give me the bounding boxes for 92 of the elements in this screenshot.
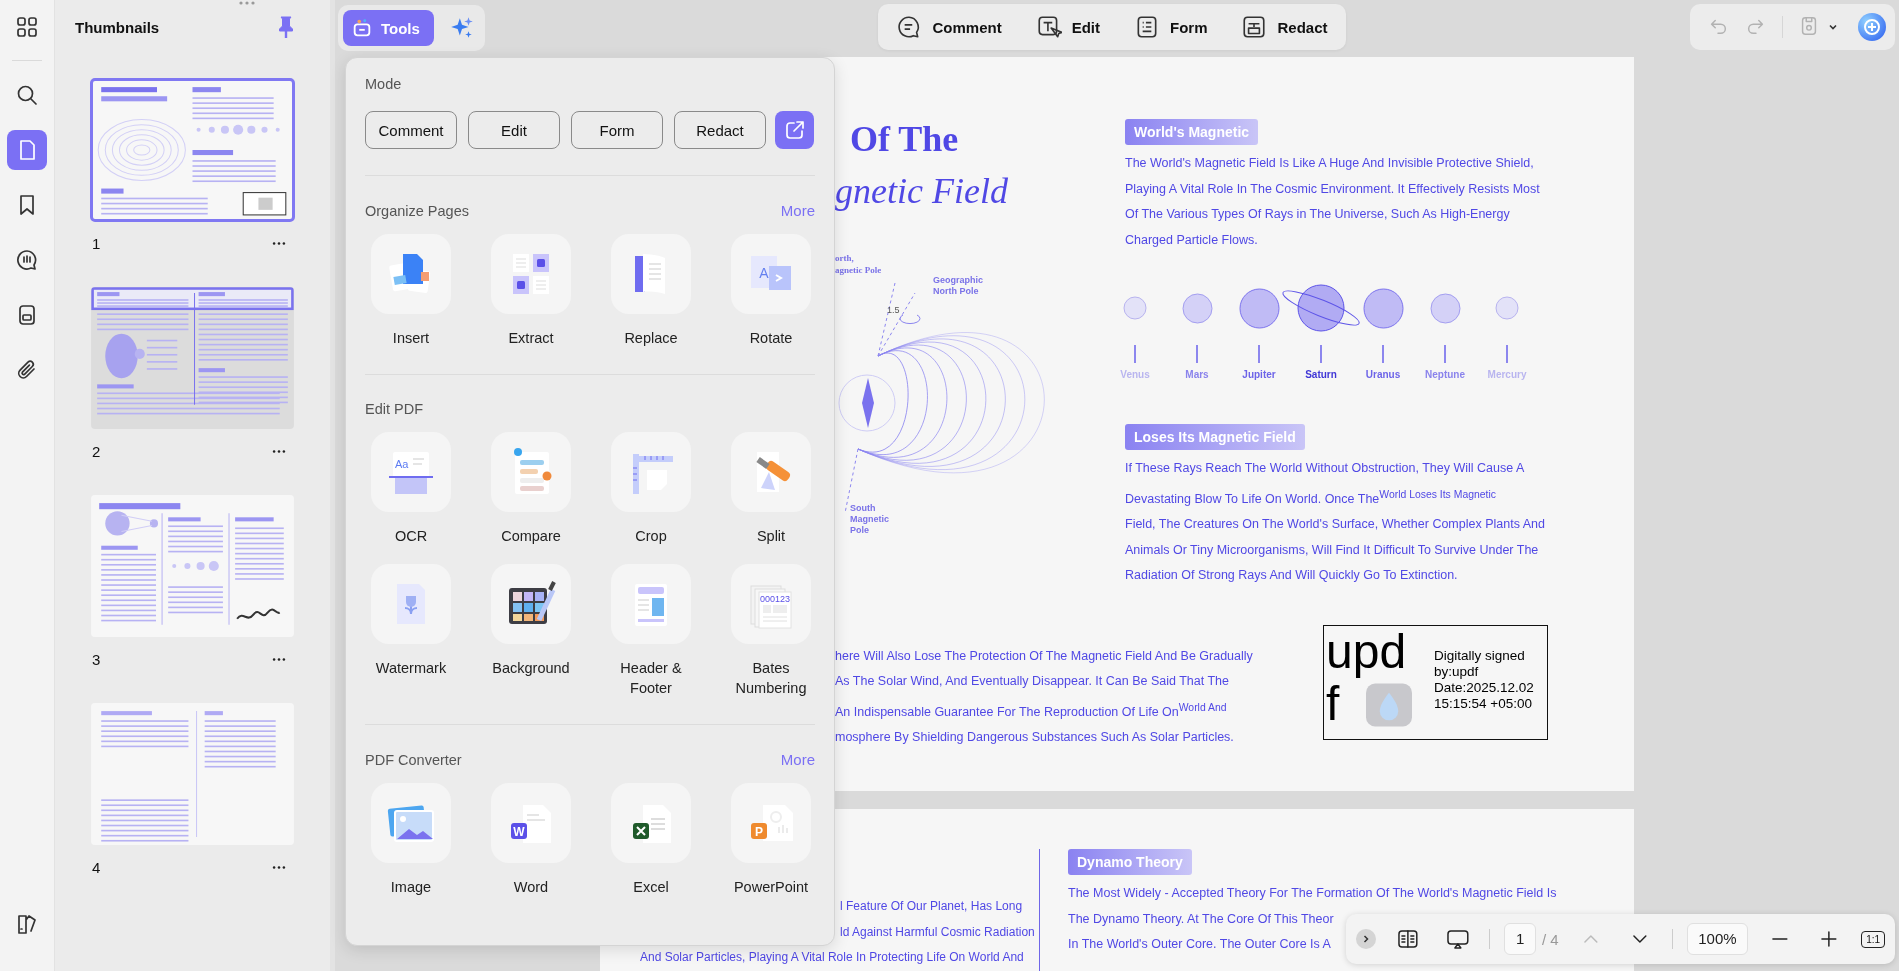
tool-button[interactable]: P PowerPoint <box>711 783 831 897</box>
more-icon[interactable] <box>272 657 286 662</box>
expand-button[interactable] <box>1356 929 1376 949</box>
zoom-field[interactable]: 100% <box>1687 923 1748 955</box>
more-icon[interactable] <box>272 241 286 246</box>
theme-icon <box>15 912 39 936</box>
tool-button[interactable]: Insert <box>351 234 471 348</box>
signature-mark: f <box>1325 677 1340 730</box>
paragraph: If These Rays Reach The World Without Obstruction, They Will Cause A Devastating Blow To Life On World. Once The$^{World Loses Its Magnetic}$ Field, The Creatures On The World's Surface, Whether Complex Plants And Animals Or Tiny Microorganisms, Will Find It Difficult To Survive Under The Radiation Of Strong Rays And Will Quickly Go To Extinction. <box>1125 460 1546 585</box>
drag-handle-icon[interactable] <box>237 0 257 6</box>
logo-icon <box>1366 681 1412 728</box>
tool-button[interactable]: Watermark <box>351 564 471 698</box>
section-heading: World's Magnetic <box>1125 119 1259 145</box>
page-count: / 4 <box>1542 930 1559 948</box>
paragraph: l Feature Of Our Planet, Has Long ld Against Harmful Cosmic Radiation And Solar Particles, Playing A Vital Role In Protecting Life On World And <box>640 898 1036 966</box>
section-title: Organize Pages <box>365 202 469 219</box>
document-title: Of The <box>849 118 960 161</box>
paragraph: The World's Magnetic Field Is Like A Huge And Invisible Protective Shield, Playing A Vital Role In The Cosmic Environment. It Effectively Resists Most Of The Various Types Of Rays in The Universe, Such As High-Energy Charged Particle Flows. <box>1125 155 1541 249</box>
assistant-icon[interactable] <box>1857 12 1887 42</box>
diagram-label: agnetic Pole <box>835 265 882 276</box>
paragraph: here Will Also Lose The Protection Of The Magnetic Field And Be Gradually As The Solar Wind, And Eventually Disappear. It Can Be Said That The An Indispensable Guarantee For The Reproduction Of Life On$^{World And}$ mosphere By Shielding Dangerous Substances Such As Solar Particles. <box>835 647 1254 747</box>
text-line: The Most Widely - Accepted Theory For The Formation Of The World's Magnetic Field Is <box>1068 885 1557 902</box>
text-line: In The World's Outer Core. The Outer Core Is A <box>1068 936 1331 953</box>
tools-button[interactable]: Tools <box>343 10 434 46</box>
planet-label: Saturn <box>1305 369 1337 380</box>
planet-label: Venus <box>1120 369 1150 380</box>
page-number-field[interactable]: 1 <box>1504 923 1536 955</box>
page-number: 4 <box>92 859 101 876</box>
planet-label: Jupiter <box>1242 369 1276 380</box>
page-number: 3 <box>92 651 101 668</box>
section-heading: Dynamo Theory <box>1068 849 1192 875</box>
mode-button[interactable]: Form <box>571 111 663 149</box>
mode-button[interactable]: Redact <box>1241 14 1328 40</box>
planet-label: Neptune <box>1425 369 1465 380</box>
panel-title: Thumbnails <box>75 18 160 36</box>
open-external-button[interactable] <box>775 111 814 149</box>
tool-button[interactable]: Crop <box>591 432 711 546</box>
planet-label: Uranus <box>1365 369 1401 380</box>
section-heading: Loses Its Magnetic Field <box>1125 424 1305 450</box>
apps-icon <box>15 15 39 39</box>
planet-icon <box>1181 292 1213 324</box>
page-number: 2 <box>92 443 101 460</box>
section-title: PDF Converter <box>365 751 462 768</box>
more-icon[interactable] <box>272 449 286 454</box>
page-thumbnail[interactable] <box>91 287 294 429</box>
signature-mark: upd <box>1325 625 1407 678</box>
text-line: The Dynamo Theory. At The Core Of This Theor <box>1068 910 1334 928</box>
tool-button[interactable]: 000123 Bates Numbering <box>711 564 831 698</box>
diagram-label: orth, <box>835 253 854 264</box>
planet-label: Mercury <box>1487 369 1527 380</box>
tool-button[interactable]: Header & Footer <box>591 564 711 698</box>
tool-button[interactable]: Background <box>471 564 591 698</box>
page-thumbnail[interactable] <box>91 79 294 221</box>
tool-button[interactable]: Replace <box>591 234 711 348</box>
mode-button[interactable]: Edit <box>1035 14 1100 40</box>
signature-text: Digitally signed by:updf Date:2025.12.02 15:15:54 +05:00 <box>1434 647 1534 713</box>
document-subtitle: gnetic Field <box>835 170 1009 213</box>
more-icon[interactable] <box>272 865 286 870</box>
tool-button[interactable]: Excel <box>591 783 711 897</box>
pin-icon[interactable] <box>276 15 296 39</box>
planet-icon <box>1429 292 1461 324</box>
section-title: Mode <box>365 76 403 92</box>
tool-button[interactable]: W Word <box>471 783 591 897</box>
tool-button[interactable]: Extract <box>471 234 591 348</box>
tool-button[interactable]: Aa OCR <box>351 432 471 546</box>
actual-size-button[interactable]: 1:1 <box>1861 930 1886 948</box>
planet-label: Mars <box>1185 369 1209 380</box>
diagram-label: South Magnetic Pole <box>850 503 890 536</box>
mode-button[interactable]: Comment <box>365 111 457 149</box>
comment-icon <box>15 248 39 272</box>
presentation-icon[interactable] <box>1445 927 1470 951</box>
tool-button[interactable]: A Rotate <box>711 234 831 348</box>
reading-mode-icon[interactable] <box>1395 927 1420 951</box>
redact-icon <box>1241 14 1268 40</box>
section-title: Edit PDF <box>365 401 423 417</box>
tool-button[interactable]: Image <box>351 783 471 897</box>
diagram-label: 1.5 <box>887 305 900 316</box>
mode-button[interactable]: Form <box>1134 14 1208 40</box>
tool-button[interactable]: Compare <box>471 432 591 546</box>
planet-icon <box>1123 296 1147 320</box>
tool-button[interactable]: Split <box>711 432 831 546</box>
page-number: 1 <box>92 235 101 252</box>
mode-button[interactable]: Redact <box>674 111 766 149</box>
search-icon <box>15 83 39 107</box>
text-edit-icon <box>1035 14 1062 40</box>
mode-button[interactable]: Comment <box>896 14 1002 40</box>
page-thumbnail[interactable] <box>91 703 294 845</box>
planet-icon <box>1495 296 1519 320</box>
toolbox-icon <box>351 17 373 39</box>
mode-button[interactable]: Edit <box>468 111 560 149</box>
diagram-label: Geographic North Pole <box>933 275 984 297</box>
page-thumbnail[interactable] <box>91 495 294 637</box>
